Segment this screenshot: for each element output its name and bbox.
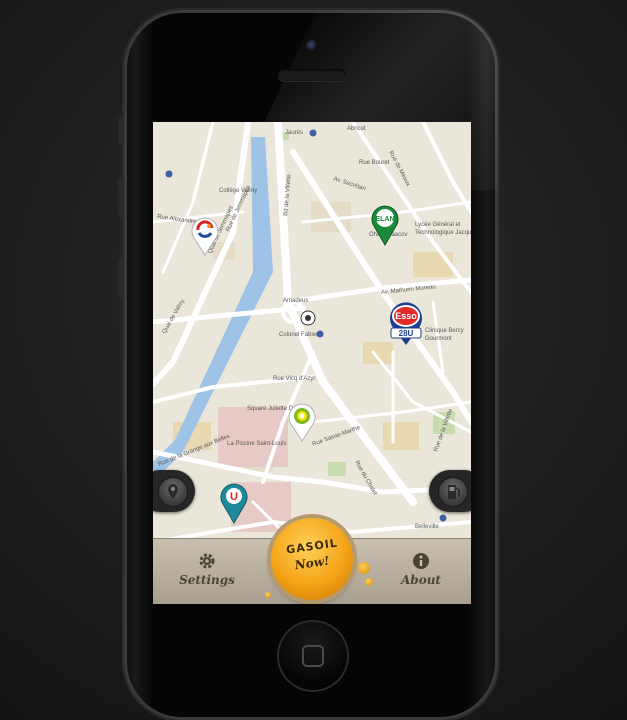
svg-text:La Piscine Saint-Louis: La Piscine Saint-Louis: [227, 441, 286, 447]
svg-text:Technologique Jacquard: Technologique Jacquard: [415, 230, 471, 236]
front-camera: [306, 40, 318, 52]
station-pin-bp[interactable]: [288, 402, 316, 446]
svg-text:Collège Valmy: Collège Valmy: [219, 188, 257, 194]
app-screen: Jaurès Abricot Rue Bouret Av. Secrétan R…: [153, 122, 471, 604]
about-label: About: [401, 573, 441, 587]
about-tab[interactable]: About: [381, 543, 461, 599]
u-logo-icon: U: [220, 483, 248, 524]
locate-icon: [158, 477, 188, 507]
station-pin-elan[interactable]: ELAN: [371, 204, 399, 250]
locate-control[interactable]: [153, 470, 195, 512]
svg-text:Abricot: Abricot: [347, 126, 366, 132]
info-icon: [413, 553, 429, 569]
svg-text:Belleville: Belleville: [415, 524, 439, 530]
earpiece-speaker: [278, 69, 346, 81]
svg-text:Clinique Bercy: Clinique Bercy: [425, 328, 464, 334]
svg-text:Amadeus: Amadeus: [283, 298, 308, 304]
elan-brand-text: ELAN: [375, 216, 394, 223]
gasoil-now-logo-button[interactable]: GASOIL Now!: [271, 518, 353, 600]
svg-text:Rue Vicq d'Azyr: Rue Vicq d'Azyr: [273, 376, 315, 382]
svg-text:Gourmont: Gourmont: [425, 336, 452, 342]
esso-price-badge: 28U: [399, 329, 414, 338]
u-brand-text: U: [230, 491, 238, 503]
settings-label: Settings: [179, 573, 235, 587]
station-pin-total[interactable]: [191, 216, 219, 260]
station-pin-u[interactable]: U: [220, 482, 248, 528]
esso-logo-icon: Esso 28U: [390, 302, 422, 345]
svg-text:Jaurès: Jaurès: [285, 130, 303, 136]
svg-text:Lycée Général et: Lycée Général et: [415, 222, 461, 228]
bp-logo-icon: [288, 403, 316, 442]
fuel-control[interactable]: [429, 470, 471, 512]
decorative-bubble: [358, 562, 370, 574]
decorative-bubble: [265, 592, 271, 598]
fuel-icon: [438, 477, 468, 507]
gear-icon: [199, 553, 215, 569]
esso-brand-text: Esso: [395, 311, 417, 321]
elan-logo-icon: ELAN: [371, 205, 399, 246]
settings-tab[interactable]: Settings: [167, 543, 247, 599]
total-logo-icon: [191, 217, 219, 256]
station-pin-esso[interactable]: Esso 28U: [387, 300, 425, 350]
svg-text:Colonel Fabien: Colonel Fabien: [279, 332, 319, 338]
decorative-bubble: [365, 578, 373, 586]
svg-text:Rue Bouret: Rue Bouret: [359, 160, 390, 166]
home-button[interactable]: [279, 622, 347, 690]
